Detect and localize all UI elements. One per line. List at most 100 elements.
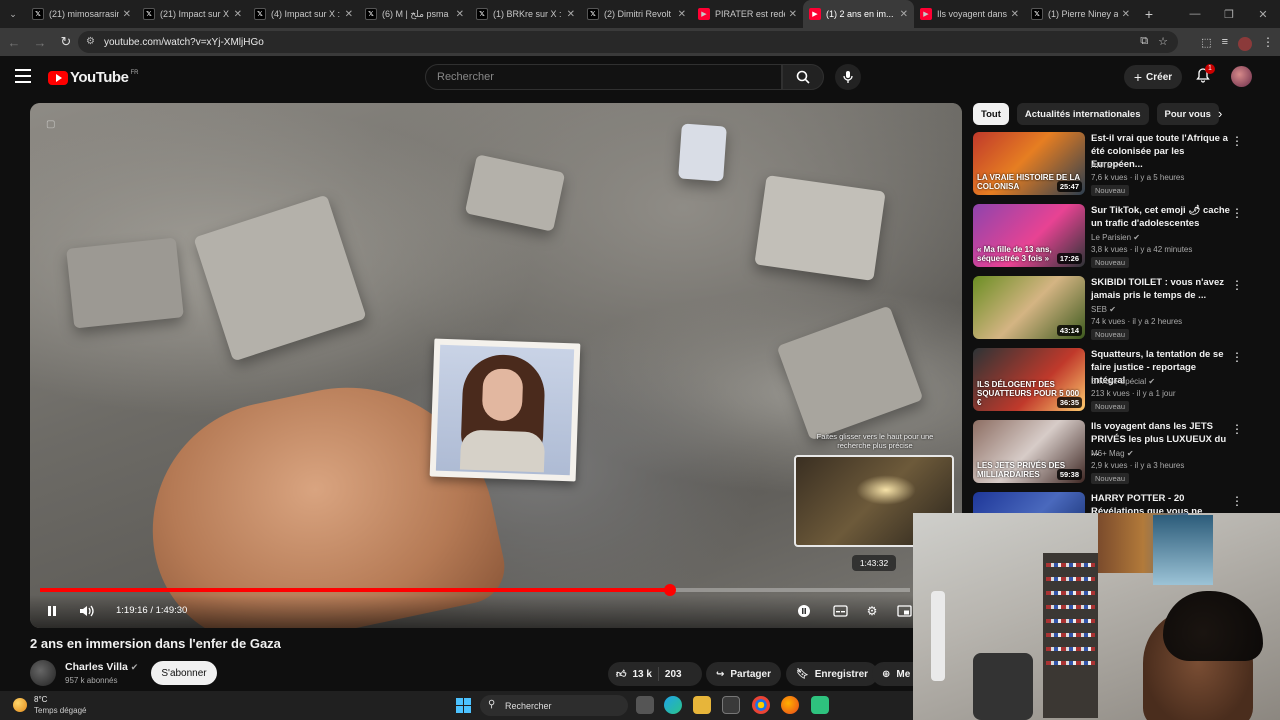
- more-options-icon[interactable]: ⋮: [1231, 494, 1243, 508]
- extensions-icon[interactable]: ⬚: [1201, 36, 1211, 49]
- filter-chip[interactable]: Pour vous: [1156, 103, 1219, 125]
- browser-tab[interactable]: ▶ (1) 2 ans en im... ✕: [803, 0, 914, 28]
- chrome-icon[interactable]: [752, 696, 770, 714]
- taskbar-search[interactable]: ⚲ Rechercher: [480, 695, 628, 716]
- settings-gear-icon[interactable]: ⚙: [862, 601, 882, 621]
- minimize-icon[interactable]: —: [1178, 0, 1212, 28]
- autoplay-toggle-icon[interactable]: [794, 601, 814, 621]
- windows-start-icon[interactable]: [456, 698, 471, 713]
- recommended-channel[interactable]: Envoyé Spécial ✔: [1091, 377, 1155, 386]
- search-button[interactable]: [782, 64, 824, 90]
- edge-icon[interactable]: [664, 696, 682, 714]
- close-tab-icon[interactable]: ✕: [789, 9, 797, 20]
- weather-temperature[interactable]: 8°C: [34, 695, 47, 704]
- recommended-channel[interactable]: Le Parisien ✔: [1091, 233, 1140, 242]
- subtitles-icon[interactable]: [830, 601, 850, 621]
- progress-scrubber-handle[interactable]: [663, 584, 676, 596]
- share-button[interactable]: ↪ Partager: [706, 662, 781, 686]
- media-controls-icon[interactable]: ≡: [1222, 36, 1228, 48]
- voice-search-button[interactable]: [835, 64, 861, 90]
- video-thumbnail[interactable]: « Ma fille de 13 ans, séquestrée 3 fois …: [973, 204, 1085, 267]
- subscribe-button[interactable]: S'abonner: [151, 661, 217, 685]
- recommended-video[interactable]: « Ma fille de 13 ans, séquestrée 3 fois …: [973, 204, 1273, 270]
- more-options-icon[interactable]: ⋮: [1231, 278, 1243, 292]
- close-tab-icon[interactable]: ✕: [678, 9, 686, 20]
- search-input[interactable]: Rechercher: [425, 64, 782, 90]
- site-info-icon[interactable]: ⚙: [86, 36, 98, 48]
- channel-name-row[interactable]: Charles Villa ✔: [65, 661, 138, 673]
- tab-search-icon[interactable]: ⌄: [0, 0, 26, 28]
- recommended-channel[interactable]: ARTE ✔: [1091, 161, 1121, 170]
- browser-tab[interactable]: 𝕏 (1) Pierre Niney a ✕: [1025, 0, 1136, 28]
- browser-menu-icon[interactable]: ⋮: [1262, 35, 1274, 49]
- recommended-video[interactable]: 43:14 SKIBIDI TOILET : vous n'avez jamais…: [973, 276, 1273, 342]
- account-avatar[interactable]: [1231, 66, 1252, 87]
- pause-icon[interactable]: [42, 601, 62, 621]
- volume-icon[interactable]: [77, 601, 97, 621]
- video-thumbnail[interactable]: 43:14: [973, 276, 1085, 339]
- more-options-icon[interactable]: ⋮: [1231, 422, 1243, 436]
- close-tab-icon[interactable]: ✕: [900, 9, 908, 20]
- like-button[interactable]: 👍︎ 13 k: [616, 668, 652, 681]
- more-actions-button[interactable]: ⊕ Me: [872, 662, 913, 686]
- browser-tab[interactable]: ▶ PIRATER est rede... ✕: [692, 0, 803, 28]
- more-options-icon[interactable]: ⋮: [1231, 350, 1243, 364]
- bookmark-star-icon[interactable]: ☆: [1158, 35, 1168, 48]
- recommended-video[interactable]: LA VRAIE HISTOIRE DE LA COLONISA 25:47 Est…: [973, 132, 1273, 198]
- create-button[interactable]: + Créer: [1124, 65, 1182, 89]
- store-icon[interactable]: [722, 696, 740, 714]
- maximize-icon[interactable]: ❐: [1212, 0, 1246, 28]
- notifications-button[interactable]: 1: [1195, 64, 1215, 85]
- miniplayer-icon[interactable]: [894, 601, 914, 621]
- close-tab-icon[interactable]: ✕: [456, 9, 464, 20]
- recommended-title[interactable]: Sur TikTok, cet emoji 🌶 cache un trafic …: [1091, 204, 1231, 230]
- profile-avatar[interactable]: [1238, 37, 1252, 51]
- weather-description[interactable]: Temps dégagé: [34, 706, 86, 715]
- channel-name[interactable]: Charles Villa: [65, 661, 128, 673]
- recommended-channel[interactable]: SEB ✔: [1091, 305, 1116, 314]
- browser-tab[interactable]: 𝕏 (21) Impact sur X ✕: [137, 0, 248, 28]
- close-window-icon[interactable]: ✕: [1246, 0, 1280, 28]
- recommended-video[interactable]: LES JETS PRIVÉS DES MILLIARDAIRES 59:38 Il…: [973, 420, 1273, 486]
- app-icon[interactable]: [811, 696, 829, 714]
- close-tab-icon[interactable]: ✕: [1122, 9, 1130, 20]
- filter-chip[interactable]: Actualités internationales: [1016, 103, 1149, 125]
- install-app-icon[interactable]: ⧉: [1140, 35, 1148, 48]
- video-thumbnail[interactable]: LA VRAIE HISTOIRE DE LA COLONISA 25:47: [973, 132, 1085, 195]
- new-tab-button[interactable]: +: [1136, 6, 1162, 22]
- browser-tab[interactable]: 𝕏 (6) M | ملخ psma ✕: [359, 0, 470, 28]
- reload-icon[interactable]: ↻: [54, 30, 78, 54]
- video-thumbnail[interactable]: ILS DÉLOGENT DES SQUATTEURS POUR 5 000 €…: [973, 348, 1085, 411]
- more-options-icon[interactable]: ⋮: [1231, 134, 1243, 148]
- close-tab-icon[interactable]: ✕: [123, 9, 131, 20]
- recommended-channel[interactable]: M6+ Mag ✔: [1091, 449, 1134, 458]
- forward-icon[interactable]: →: [28, 30, 52, 54]
- chevron-right-icon[interactable]: ›: [1218, 106, 1222, 121]
- task-view-icon[interactable]: [636, 696, 654, 714]
- close-tab-icon[interactable]: ✕: [234, 9, 242, 20]
- browser-tab[interactable]: 𝕏 (4) Impact sur X : ✕: [248, 0, 359, 28]
- channel-avatar[interactable]: [30, 660, 56, 686]
- filter-chip[interactable]: Tout: [973, 103, 1009, 125]
- browser-tab[interactable]: 𝕏 (1) BRKre sur X : ✕: [470, 0, 581, 28]
- browser-tab[interactable]: 𝕏 (2) Dimitri Revolt ✕: [581, 0, 692, 28]
- more-options-icon[interactable]: ⋮: [1231, 206, 1243, 220]
- browser-tab[interactable]: ▶ Ils voyagent dans ✕: [914, 0, 1025, 28]
- url-input[interactable]: ⚙ youtube.com/watch?v=xYj-XMljHGo ⧉ ☆: [78, 31, 1178, 53]
- recommended-title[interactable]: SKIBIDI TOILET : vous n'avez jamais pris…: [1091, 276, 1231, 302]
- close-tab-icon[interactable]: ✕: [567, 9, 575, 20]
- close-tab-icon[interactable]: ✕: [345, 9, 353, 20]
- close-tab-icon[interactable]: ✕: [1011, 9, 1019, 20]
- dislike-count[interactable]: 203: [665, 669, 682, 680]
- save-button[interactable]: 🔖︎ Enregistrer: [786, 662, 879, 686]
- firefox-icon[interactable]: [781, 696, 799, 714]
- video-player[interactable]: ▢ Faites glisser vers le haut pour une r…: [30, 103, 962, 628]
- video-thumbnail[interactable]: LES JETS PRIVÉS DES MILLIARDAIRES 59:38: [973, 420, 1085, 483]
- recommended-video[interactable]: ILS DÉLOGENT DES SQUATTEURS POUR 5 000 €…: [973, 348, 1273, 414]
- weather-icon[interactable]: [13, 698, 27, 712]
- browser-tab[interactable]: 𝕏 (21) mimosarrasin... ✕: [26, 0, 137, 28]
- menu-icon[interactable]: [15, 69, 31, 83]
- back-icon[interactable]: ←: [2, 30, 26, 54]
- youtube-logo[interactable]: YouTube FR: [48, 69, 138, 86]
- file-explorer-icon[interactable]: [693, 696, 711, 714]
